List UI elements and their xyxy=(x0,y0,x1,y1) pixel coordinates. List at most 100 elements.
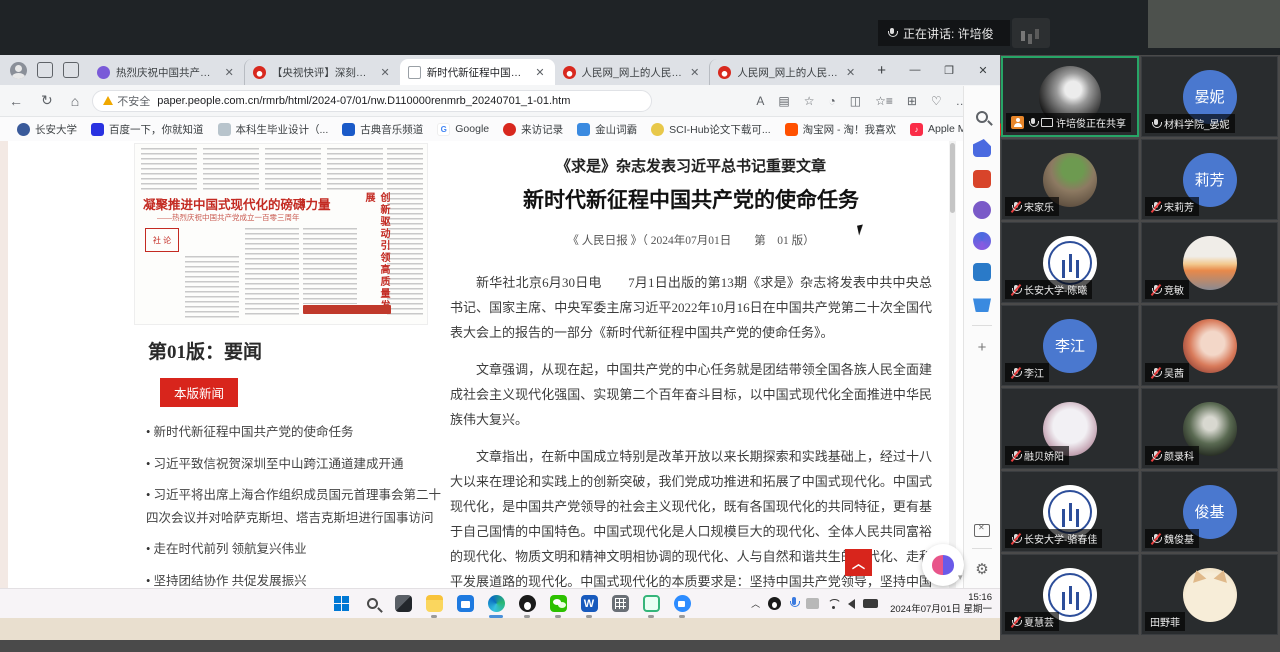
tab-5[interactable]: 人民网_网上的人民日报 ✕ xyxy=(709,59,865,85)
new-tab-button[interactable]: + xyxy=(865,62,898,79)
qq-icon[interactable] xyxy=(516,593,538,618)
bookmark-classical-music[interactable]: 古典音乐频道 xyxy=(335,122,430,137)
scrollbar-thumb[interactable] xyxy=(950,143,955,213)
sidebar-add-icon[interactable]: + xyxy=(978,339,987,356)
bookmark-baidu[interactable]: 百度一下，你就知道 xyxy=(84,122,211,137)
read-aloud-icon[interactable]: A xyxy=(749,94,771,108)
collections-icon[interactable]: ⊞ xyxy=(900,94,924,108)
assistant-caret-icon[interactable]: ▾ xyxy=(958,572,963,583)
participant-tile[interactable]: 颜录科 xyxy=(1141,388,1278,469)
article-link[interactable]: 习近平将出席上海合作组织成员国元首理事会第二十四次会议并对哈萨克斯坦、塔吉克斯坦… xyxy=(146,484,446,529)
tab-actions-icon[interactable] xyxy=(63,62,79,78)
favorite-star-icon[interactable]: ☆ xyxy=(797,94,822,108)
article-link[interactable]: 坚持团结协作 共促发展振兴 xyxy=(146,570,446,589)
tray-mic-icon[interactable] xyxy=(789,597,800,610)
volume-icon[interactable] xyxy=(848,598,856,609)
tab-close-icon[interactable]: ✕ xyxy=(844,66,857,79)
participant-tile[interactable]: 长安大学-骆春佳 xyxy=(1001,471,1139,552)
bookmark-thesis[interactable]: 本科生毕业设计（... xyxy=(211,122,336,137)
bookmark-taobao[interactable]: 淘宝网 - 淘！我喜欢 xyxy=(778,122,903,137)
wifi-icon[interactable] xyxy=(827,599,840,609)
newspaper-red-banner xyxy=(303,305,391,314)
page-scrollbar[interactable] xyxy=(949,141,956,588)
sidebar-games-icon[interactable] xyxy=(973,232,991,250)
battery-icon[interactable] xyxy=(863,599,879,608)
mic-muted-icon xyxy=(1150,532,1162,545)
participant-name: 宋家乐 xyxy=(1024,203,1054,214)
participant-tile[interactable]: 俊基 魏俊基 xyxy=(1141,471,1278,552)
tab-close-icon[interactable]: ✕ xyxy=(688,66,701,79)
tab-4[interactable]: 人民网_网上的人民日报 ✕ xyxy=(555,59,710,85)
browser-essentials-icon[interactable]: ♡ xyxy=(924,94,949,108)
sidebar-tag-icon[interactable] xyxy=(973,139,991,157)
calculator-icon[interactable] xyxy=(609,593,631,615)
screen-share-icon[interactable] xyxy=(640,593,662,618)
bookmark-iciba[interactable]: 金山词霸 xyxy=(570,122,644,137)
word-icon[interactable]: W xyxy=(578,593,600,618)
participant-name: 魏俊基 xyxy=(1164,535,1194,546)
participant-name: 宋莉芳 xyxy=(1164,203,1194,214)
newspaper-front-page-image[interactable]: 凝聚推进中国式现代化的磅礴力量 ——热烈庆祝中国共产党成立一百零三周年 社 论 … xyxy=(134,143,428,325)
microsoft-store-icon[interactable] xyxy=(454,593,476,615)
refresh-button[interactable]: ↻ xyxy=(32,92,62,109)
workspaces-icon[interactable] xyxy=(37,62,53,78)
back-to-top-button[interactable]: ︿ xyxy=(845,549,872,576)
participant-tile[interactable]: 晏妮 材料学院_晏妮 xyxy=(1141,56,1278,137)
sidebar-camera-icon[interactable] xyxy=(973,263,991,281)
tencent-meeting-icon[interactable] xyxy=(671,593,693,618)
participant-tile-host[interactable]: 许培俊正在共享 xyxy=(1001,56,1139,137)
tab-1[interactable]: 热烈庆祝中国共产党成立103周… ✕ xyxy=(89,59,244,85)
participant-tile[interactable]: 夏慧芸 xyxy=(1001,554,1139,635)
participant-tile[interactable]: 田野菲 xyxy=(1141,554,1278,635)
participant-tile[interactable]: 莉芳 宋莉芳 xyxy=(1141,139,1278,220)
participant-tile[interactable]: 长安大学-陈曦 xyxy=(1001,222,1139,303)
taskbar-search-icon[interactable] xyxy=(361,593,383,615)
task-view-icon[interactable] xyxy=(392,593,414,615)
bookmark-google[interactable]: G Google xyxy=(430,122,496,136)
edge-icon[interactable] xyxy=(485,593,507,618)
bookmark-changan[interactable]: 长安大学 xyxy=(10,122,84,137)
reading-mode-icon[interactable]: ▤ xyxy=(771,94,796,108)
article-body: 新华社北京6月30日电 7月1日出版的第13期《求是》杂志将发表中共中央总书记、… xyxy=(450,270,932,588)
participant-tile[interactable]: 吴茜 xyxy=(1141,305,1278,386)
back-button[interactable]: ← xyxy=(0,93,32,109)
minimize-button[interactable]: — xyxy=(898,55,932,85)
tab-3-active[interactable]: 新时代新征程中国共产党的使命… ✕ xyxy=(399,59,555,85)
rewards-icon[interactable]: ◔ xyxy=(821,94,842,108)
tab-close-icon[interactable]: ✕ xyxy=(223,66,236,79)
participant-tile[interactable]: 李江 李江 xyxy=(1001,305,1139,386)
article-link[interactable]: 走在时代前列 领航复兴伟业 xyxy=(146,538,446,561)
sidebar-shopping-icon[interactable] xyxy=(973,298,991,312)
close-button[interactable]: ✕ xyxy=(966,55,1000,85)
security-warning-icon[interactable]: 不安全 xyxy=(103,93,150,109)
article-link[interactable]: 新时代新征程中国共产党的使命任务 xyxy=(146,421,446,444)
favorites-list-icon[interactable]: ☆≡ xyxy=(868,94,900,108)
split-screen-icon[interactable]: ◫ xyxy=(843,94,868,108)
article-link[interactable]: 习近平致信祝贺深圳至中山跨江通道建成开通 xyxy=(146,453,446,476)
participant-tile[interactable]: 宋家乐 xyxy=(1001,139,1139,220)
file-explorer-icon[interactable] xyxy=(423,593,445,618)
taskbar-clock[interactable]: 15:16 2024年07月01日 星期一 xyxy=(886,592,992,616)
tray-qq-icon[interactable] xyxy=(768,597,782,610)
home-button[interactable]: ⌂ xyxy=(62,93,88,109)
participant-tile[interactable]: 竞敏 xyxy=(1141,222,1278,303)
tab-2[interactable]: 【央视快评】深刻把握新时代… ✕ xyxy=(243,59,400,85)
wechat-icon[interactable] xyxy=(547,593,569,618)
screenshot-tool-icon[interactable] xyxy=(974,523,990,537)
restore-button[interactable]: ❐ xyxy=(932,55,966,85)
sidebar-settings-icon[interactable]: ⚙ xyxy=(975,560,988,578)
browser-profile-icon[interactable] xyxy=(10,61,27,79)
bookmark-scihub[interactable]: SCI-Hub论文下载可... xyxy=(644,122,778,137)
sidebar-search-icon[interactable] xyxy=(976,111,988,123)
bookmark-visit-log[interactable]: 来访记录 xyxy=(496,122,570,137)
sidebar-toolbox-icon[interactable] xyxy=(973,170,991,188)
start-button[interactable] xyxy=(330,593,352,615)
tray-ime-icon[interactable] xyxy=(806,598,820,609)
tab-close-icon[interactable]: ✕ xyxy=(533,66,546,79)
tab-close-icon[interactable]: ✕ xyxy=(378,66,391,79)
address-bar[interactable]: 不安全 paper.people.com.cn/rmrb/html/2024-0… xyxy=(92,89,653,112)
section-news-button[interactable]: 本版新闻 xyxy=(160,378,239,407)
sidebar-people-icon[interactable] xyxy=(973,201,991,219)
tray-chevron-icon[interactable]: ︿ xyxy=(751,597,760,610)
participant-tile[interactable]: 融贝娇阳 xyxy=(1001,388,1139,469)
